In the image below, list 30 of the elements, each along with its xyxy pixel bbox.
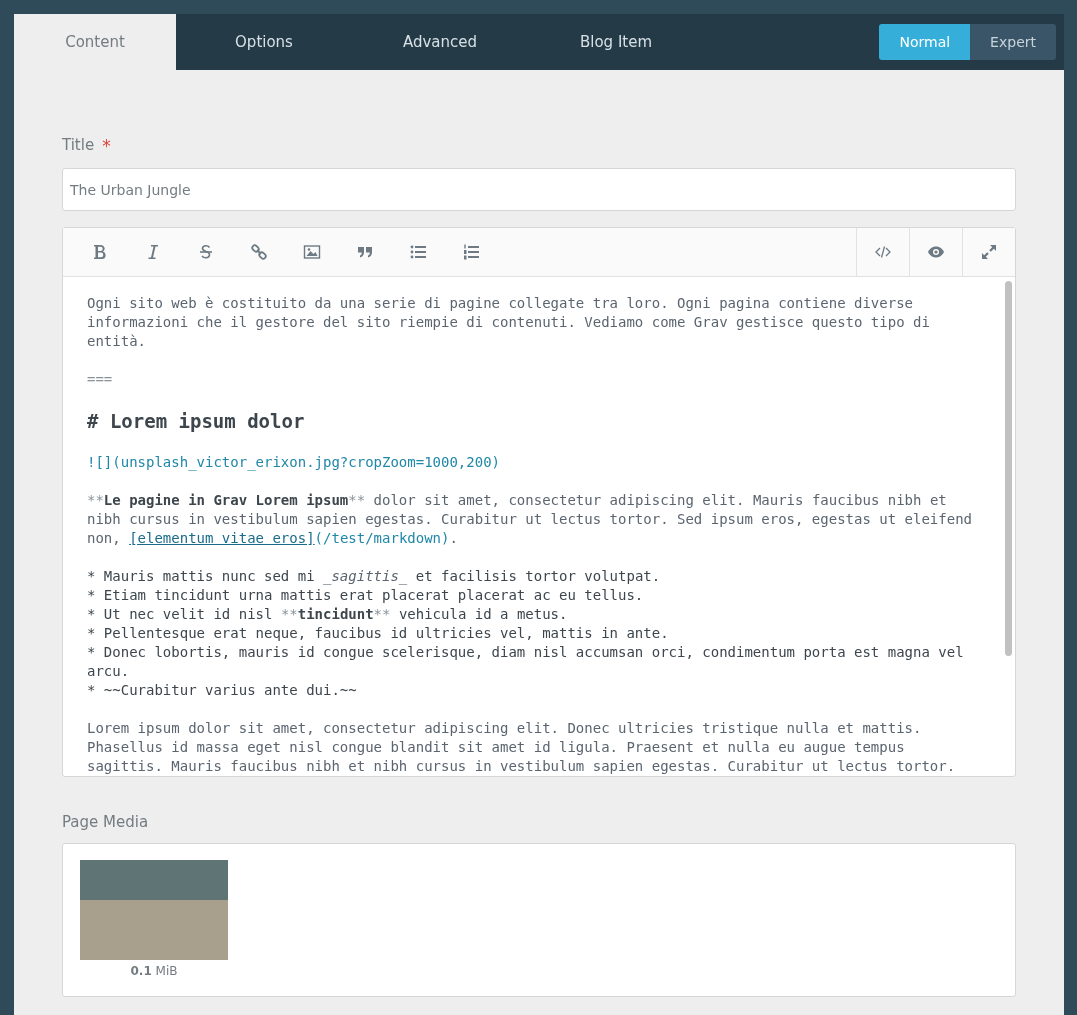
tab[interactable]: Blog Item (528, 14, 704, 70)
list-line: * Etiam tincidunt urna mattis erat placerat placerat ac eu tellus. (87, 586, 645, 605)
expand-icon (980, 243, 998, 261)
title-input[interactable]: The Urban Jungle (62, 168, 1016, 211)
markdown-paragraph: **Le pagine in Grav Lorem ipsum** dolor sit amet, consectetur adipiscing elit. Mauris faucibus nibh et nibh cursus in vestibulum sapien egestas. Curabitur ut lectus tortor. Sed ipsum eros, egestas ut eleifend non, [elementum vitae eros](/test/markdown). (87, 491, 973, 548)
numbered-list-icon (461, 243, 480, 261)
editor-text: Ogni sito web è costituito da una serie di pagine collegate tra loro. Ogni pagina contiene diverse informazioni che il gestore del sito riempie di contenuti. Vediamo come Grav gestisce questo tipo di entità. (87, 294, 931, 351)
photo-placeholder[interactable] (80, 860, 228, 960)
tab[interactable]: Advanced (352, 14, 528, 70)
list-line: * Mauris mattis nunc sed mi _sagittis_ et facilisis tortor volutpat. (87, 567, 662, 586)
required-mark: * (102, 136, 111, 156)
bulleted-list-icon (408, 243, 427, 261)
mode-button[interactable]: Expert (970, 24, 1056, 60)
field-label: Title (62, 136, 95, 154)
list-line: * ~~Curabitur varius ante dui.~~ (87, 681, 358, 700)
link-icon (249, 243, 268, 261)
section-label: Page Media (62, 813, 150, 831)
image-icon (302, 243, 321, 261)
tab[interactable]: Options (176, 14, 352, 70)
markdown-heading: # Lorem ipsum dolor (87, 409, 306, 434)
scrollbar-thumb[interactable] (1005, 281, 1012, 656)
tab[interactable]: Content (14, 14, 176, 70)
link-text: [elementum vitae eros] (129, 530, 315, 546)
list-line: * Ut nec velit id nisl **tincidunt** vehicula id a metus. (87, 605, 569, 624)
file-size: 0.1 MiB (130, 964, 178, 978)
editor-text: Lorem ipsum dolor sit amet, consectetur adipiscing elit. Donec ultricies tristique nulla et mattis. Phasellus id massa eget nisl congue blandit sit amet id ligula. Praesent et nulla eu augue tempus sagittis. Mauris faucibus nibh et nibh cursus in vestibulum sapien egestas. Curabitur ut lectus tortor. (87, 719, 957, 776)
url-text: ![](unsplash_victor_erixon.jpg?cropZoom=1000,200) (87, 453, 501, 472)
list-line: * Donec lobortis, mauris id congue scelerisque, diam nisl accumsan orci, condimentum porta est magna vel arcu. (87, 643, 965, 681)
markdown-marker: === (87, 370, 114, 389)
list-line: * Pellentesque erat neque, faucibus id ultricies vel, mattis in ante. (87, 624, 670, 643)
